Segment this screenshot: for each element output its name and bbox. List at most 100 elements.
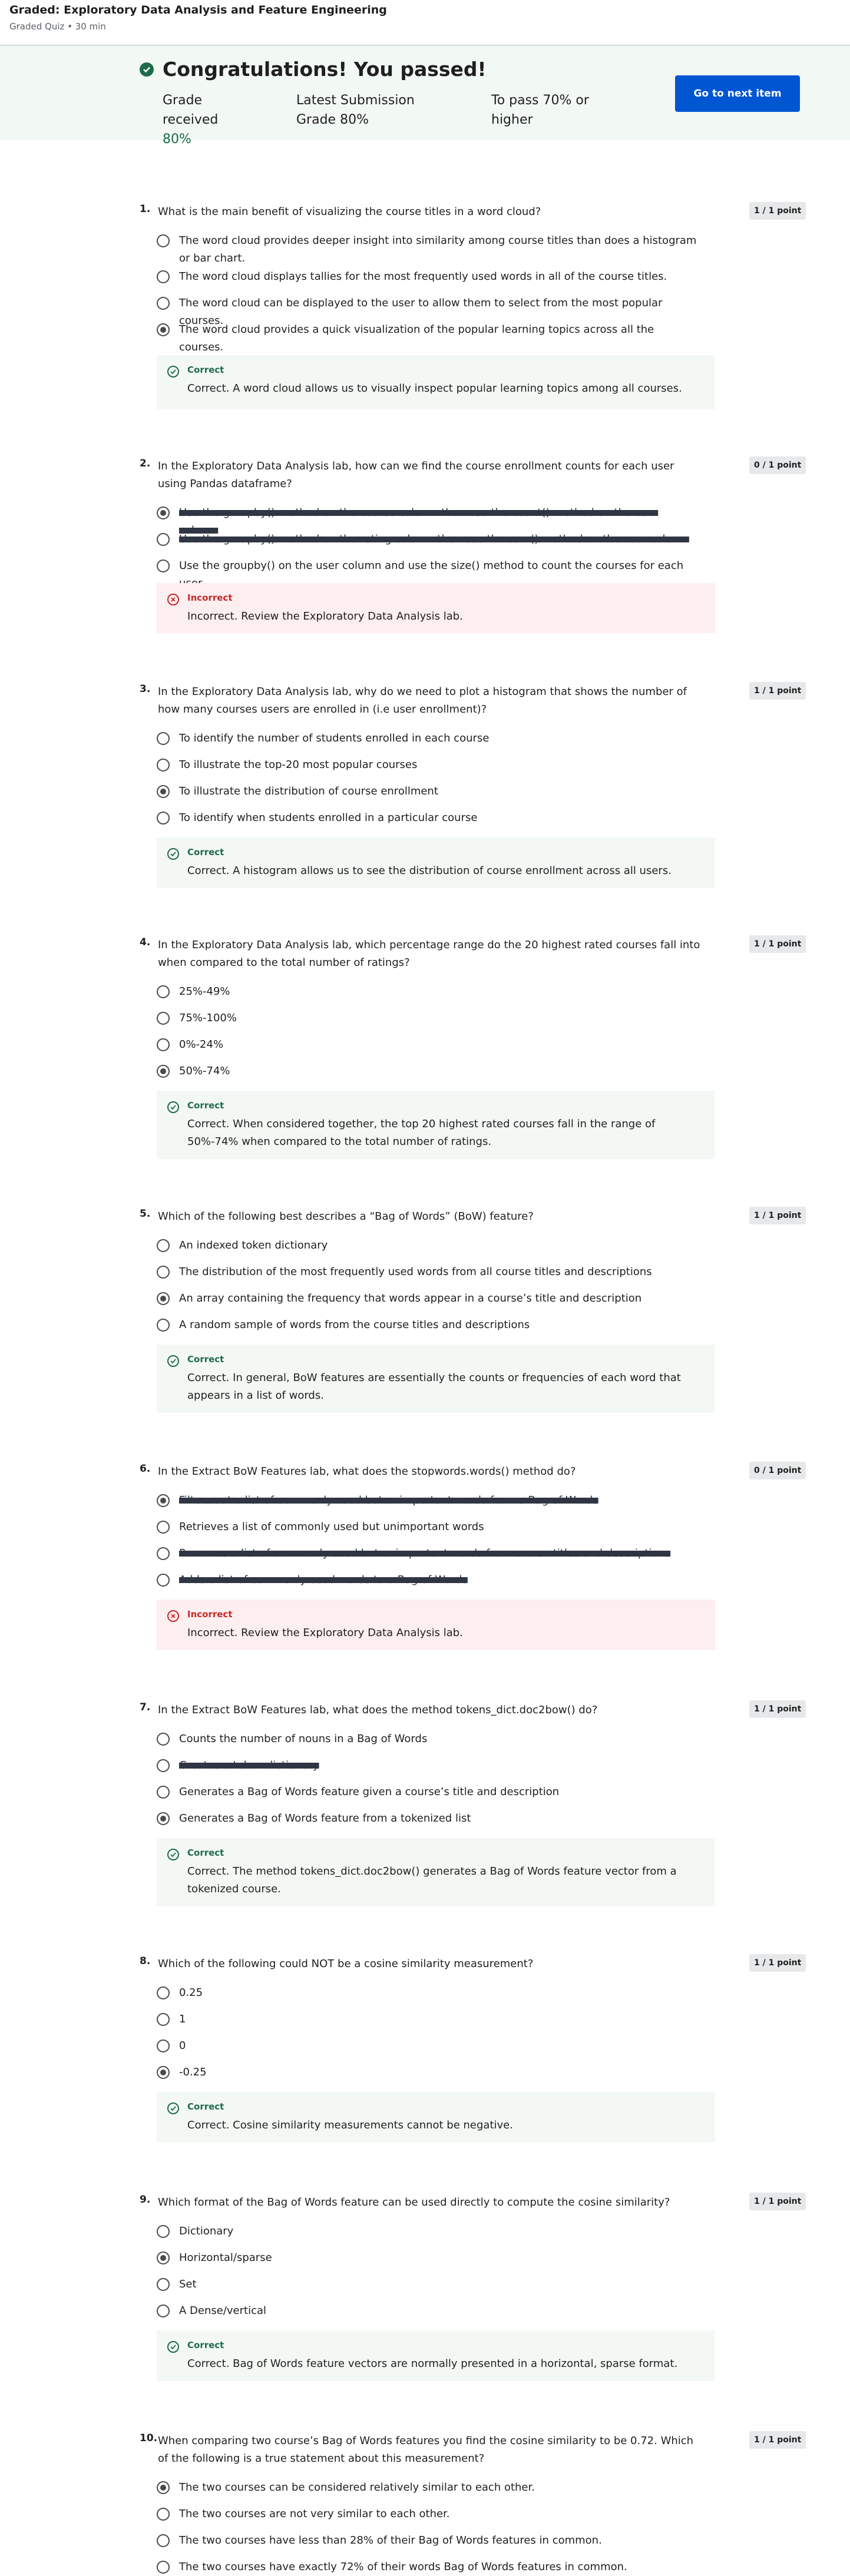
answer-option-label: The word cloud provides deeper insight i…	[179, 234, 697, 264]
top-bar: Graded: Exploratory Data Analysis and Fe…	[0, 0, 850, 46]
answer-option-label: The two courses have exactly 72% of thei…	[179, 2561, 627, 2573]
feedback-heading: Correct	[187, 2101, 224, 2112]
radio-button[interactable]	[157, 1521, 170, 1534]
feedback-heading: Incorrect	[187, 1609, 233, 1620]
question-text: In the Exploratory Data Analysis lab, wh…	[158, 939, 700, 969]
answer-option-label: The two courses have less than 28% of th…	[179, 2534, 602, 2547]
page-subtitle: Graded Quiz • 30 min	[9, 21, 106, 32]
answer-option-label: 75%-100%	[179, 1012, 237, 1024]
radio-button[interactable]	[157, 2225, 170, 2238]
feedback-heading: Correct	[187, 2340, 224, 2350]
answer-option-label: 0%-24%	[179, 1038, 224, 1051]
radio-button[interactable]	[157, 759, 170, 772]
feedback-heading: Incorrect	[187, 592, 233, 603]
question-text: Which format of the Bag of Words feature…	[158, 2196, 670, 2209]
answer-option-label: To illustrate the distribution of course…	[179, 785, 438, 797]
radio-button[interactable]	[157, 2013, 170, 2026]
radio-button[interactable]	[157, 1812, 170, 1825]
radio-button[interactable]	[157, 2066, 170, 2079]
question-number: 2.	[140, 458, 151, 469]
check-circle-icon	[167, 1355, 179, 1367]
radio-button[interactable]	[157, 1786, 170, 1799]
feedback-heading: Correct	[187, 365, 224, 375]
radio-button[interactable]	[157, 1266, 170, 1279]
radio-button[interactable]	[157, 1494, 170, 1507]
radio-button[interactable]	[157, 1986, 170, 1999]
radio-button[interactable]	[157, 1065, 170, 1078]
question-number: 9.	[140, 2194, 151, 2206]
score-badge: 1 / 1 point	[749, 682, 806, 700]
radio-button[interactable]	[157, 2305, 170, 2317]
question-text: What is the main benefit of visualizing …	[158, 206, 541, 218]
answer-option-label: The two courses can be considered relati…	[179, 2481, 535, 2494]
answer-option-label: Adds a list of commonly used words to a …	[179, 1574, 468, 1586]
radio-button[interactable]	[157, 533, 170, 546]
radio-button[interactable]	[157, 270, 170, 283]
feedback-heading: Correct	[187, 1847, 224, 1858]
feedback-box: Correct Correct. The method tokens_dict.d…	[157, 1838, 715, 1906]
feedback-message: Correct. Cosine similarity measurements …	[187, 2119, 513, 2131]
question-number: 6.	[140, 1463, 151, 1475]
answer-option-label: Horizontal/sparse	[179, 2251, 272, 2264]
error-circle-icon	[167, 594, 179, 605]
radio-button[interactable]	[157, 1319, 170, 1332]
feedback-box: Correct Correct. A word cloud allows us t…	[157, 355, 715, 409]
feedback-message: Incorrect. Review the Exploratory Data A…	[187, 1627, 463, 1639]
answer-option-label: Set	[179, 2278, 197, 2290]
radio-button[interactable]	[157, 812, 170, 825]
error-circle-icon	[167, 1610, 179, 1622]
feedback-box: Correct Correct. In general, BoW features…	[157, 1345, 715, 1413]
question-number: 10.	[140, 2432, 158, 2444]
radio-button[interactable]	[157, 2251, 170, 2264]
answer-option-label: 1	[179, 2013, 186, 2025]
answer-option-label: A random sample of words from the course…	[179, 1319, 530, 1331]
radio-button[interactable]	[157, 2561, 170, 2574]
radio-button[interactable]	[157, 2039, 170, 2052]
answer-option-label: The distribution of the most frequently …	[179, 1266, 652, 1278]
radio-button[interactable]	[157, 732, 170, 745]
latest-submission-grade: Latest Submission Grade 80%	[296, 91, 432, 130]
radio-button[interactable]	[157, 1292, 170, 1305]
answer-option-label: 0	[179, 2039, 186, 2052]
answer-option-label: To identify when students enrolled in a …	[179, 812, 478, 824]
score-badge: 0 / 1 point	[749, 456, 806, 474]
score-badge: 0 / 1 point	[749, 1462, 806, 1479]
feedback-heading: Correct	[187, 1100, 224, 1111]
feedback-box: Correct Correct. When considered together…	[157, 1091, 715, 1159]
radio-button[interactable]	[157, 1012, 170, 1025]
radio-button[interactable]	[157, 785, 170, 798]
score-badge: 1 / 1 point	[749, 2431, 806, 2449]
answer-option-label: Removes a list of commonly used but unim…	[179, 1547, 671, 1559]
go-to-next-item-button[interactable]: Go to next item	[675, 75, 800, 112]
radio-button[interactable]	[157, 1759, 170, 1772]
pass-threshold: To pass 70% or higher	[491, 91, 603, 130]
radio-button[interactable]	[157, 1547, 170, 1560]
radio-button[interactable]	[157, 2481, 170, 2494]
congrats-heading: Congratulations! You passed!	[163, 58, 487, 81]
radio-button[interactable]	[157, 506, 170, 519]
answer-option-label: Retrieves a list of commonly used but un…	[179, 1521, 484, 1533]
check-circle-icon	[167, 1849, 179, 1860]
radio-button[interactable]	[157, 1038, 170, 1051]
answer-option-label: Filters out a list of commonly used but …	[179, 1494, 598, 1506]
feedback-box: Incorrect Incorrect. Review the Explorato…	[157, 583, 715, 633]
question-number: 8.	[140, 1955, 151, 1967]
radio-button[interactable]	[157, 2508, 170, 2521]
radio-button[interactable]	[157, 985, 170, 998]
question-number: 5.	[140, 1208, 151, 1220]
feedback-box: Correct Correct. Cosine similarity measur…	[157, 2092, 715, 2143]
radio-button[interactable]	[157, 323, 170, 336]
radio-button[interactable]	[157, 2534, 170, 2547]
radio-button[interactable]	[157, 559, 170, 572]
radio-button[interactable]	[157, 1733, 170, 1746]
radio-button[interactable]	[157, 1574, 170, 1587]
check-circle-icon	[167, 848, 179, 860]
radio-button[interactable]	[157, 2278, 170, 2291]
check-circle-icon	[140, 62, 154, 77]
radio-button[interactable]	[157, 234, 170, 247]
radio-button[interactable]	[157, 297, 170, 310]
grade-received: Grade received 80%	[163, 91, 251, 149]
answer-option-label: Generates a Bag of Words feature from a …	[179, 1812, 471, 1825]
answer-option-label: Dictionary	[179, 2225, 234, 2237]
radio-button[interactable]	[157, 1239, 170, 1252]
